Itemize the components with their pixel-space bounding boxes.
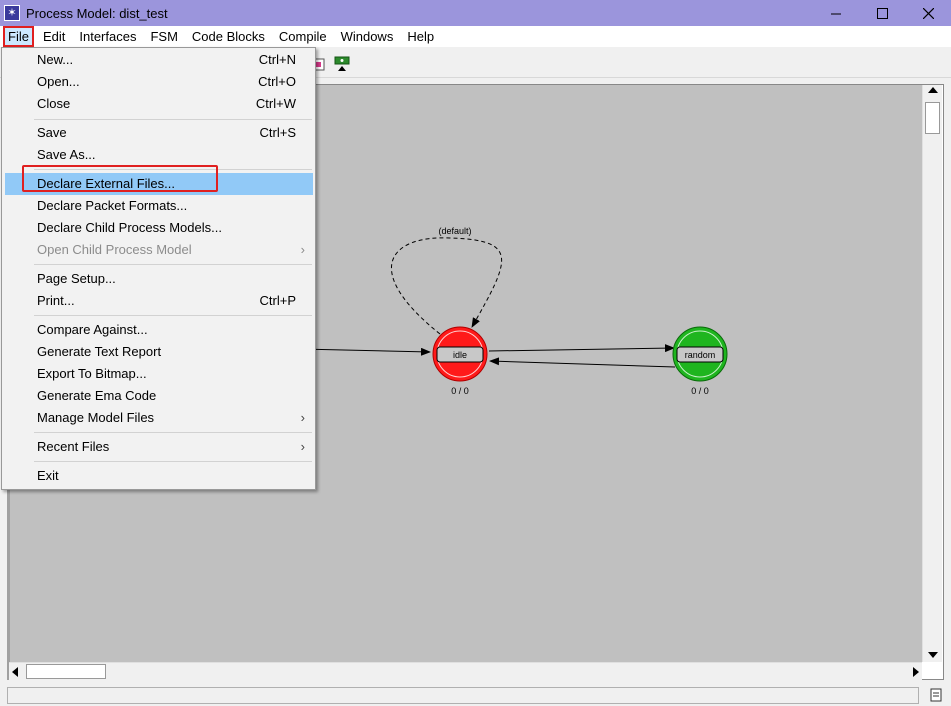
state-idle-label: idle	[453, 350, 467, 360]
menu-separator	[34, 432, 312, 433]
menu-separator	[34, 315, 312, 316]
menu-item-save-as[interactable]: Save As...	[5, 144, 313, 166]
state-random-counter: 0 / 0	[691, 386, 709, 396]
submenu-arrow-icon: ›	[300, 439, 305, 454]
menu-item-manage-model-files[interactable]: Manage Model Files ›	[5, 407, 313, 429]
menu-item-compare-against[interactable]: Compare Against...	[5, 319, 313, 341]
submenu-arrow-icon: ›	[300, 242, 305, 257]
transition-default-label: (default)	[438, 226, 471, 236]
state-random-label: random	[685, 350, 716, 360]
menu-item-generate-ema-code[interactable]: Generate Ema Code	[5, 385, 313, 407]
menu-separator	[34, 461, 312, 462]
state-idle[interactable]: idle	[432, 326, 488, 382]
menu-item-export-to-bitmap[interactable]: Export To Bitmap...	[5, 363, 313, 385]
transition-default-self-loop[interactable]	[391, 237, 502, 335]
transition-random-to-idle[interactable]	[489, 357, 676, 368]
menu-item-new[interactable]: New... Ctrl+N	[5, 49, 313, 71]
menu-item-generate-text-report[interactable]: Generate Text Report	[5, 341, 313, 363]
menu-item-open-child-process-model: Open Child Process Model ›	[5, 239, 313, 261]
annotation-highlight-box	[22, 165, 218, 192]
menu-item-declare-packet-formats[interactable]: Declare Packet Formats...	[5, 195, 313, 217]
menu-item-print[interactable]: Print... Ctrl+P	[5, 290, 313, 312]
menu-item-exit[interactable]: Exit	[5, 465, 313, 487]
menu-separator	[34, 264, 312, 265]
transition-into-idle[interactable]	[299, 347, 431, 356]
menu-item-declare-child-process-models[interactable]: Declare Child Process Models...	[5, 217, 313, 239]
menu-item-open[interactable]: Open... Ctrl+O	[5, 71, 313, 93]
menu-item-page-setup[interactable]: Page Setup...	[5, 268, 313, 290]
state-random[interactable]: random	[672, 326, 728, 382]
state-idle-counter: 0 / 0	[451, 386, 469, 396]
submenu-arrow-icon: ›	[300, 410, 305, 425]
file-menu: New... Ctrl+N Open... Ctrl+O Close Ctrl+…	[1, 47, 316, 490]
menu-separator	[34, 119, 312, 120]
transition-idle-to-random[interactable]	[488, 344, 675, 353]
menu-item-save[interactable]: Save Ctrl+S	[5, 122, 313, 144]
menu-item-close[interactable]: Close Ctrl+W	[5, 93, 313, 115]
menu-item-recent-files[interactable]: Recent Files ›	[5, 436, 313, 458]
